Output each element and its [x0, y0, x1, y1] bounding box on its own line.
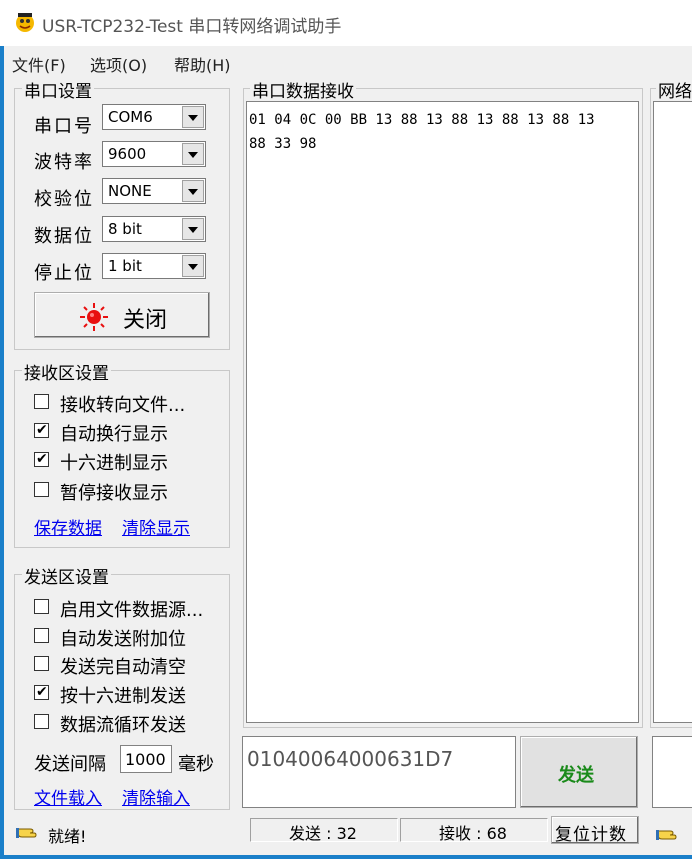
reset-count-label: 复位计数: [555, 825, 627, 845]
chevron-down-icon[interactable]: [182, 255, 204, 277]
parity-select[interactable]: NONE: [102, 178, 206, 204]
databits-select[interactable]: 8 bit: [102, 216, 206, 242]
window-border-bottom: [0, 855, 692, 859]
app-mascot-icon: [14, 11, 36, 33]
clear-display-link[interactable]: 清除显示: [122, 514, 190, 539]
checkbox-box[interactable]: ✔: [34, 451, 49, 467]
window-title: USR-TCP232-Test 串口转网络调试助手: [42, 17, 342, 37]
send-interval-input[interactable]: 1000: [120, 745, 172, 773]
checkbox-box[interactable]: [34, 628, 49, 643]
receive-line: 01 04 0C 00 BB 13 88 13 88 13 88 13 88 1…: [249, 112, 595, 128]
checkbox-box[interactable]: ✔: [34, 684, 49, 700]
serial-settings-title: 串口设置: [22, 77, 94, 102]
parity-value: NONE: [108, 182, 152, 200]
send-interval-value: 1000: [125, 750, 166, 769]
checkbox-box[interactable]: [34, 714, 49, 729]
window-border-left: [0, 46, 4, 859]
received-count: 接收 : 68: [439, 824, 507, 843]
network-send-input[interactable]: [652, 736, 692, 808]
network-receive-textarea[interactable]: [653, 101, 692, 723]
chevron-down-icon[interactable]: [182, 180, 204, 202]
save-data-link[interactable]: 保存数据: [34, 514, 102, 539]
send-button[interactable]: 发送: [520, 736, 638, 808]
checkbox-box[interactable]: [34, 482, 49, 497]
serial-receive-textarea[interactable]: 01 04 0C 00 BB 13 88 13 88 13 88 13 88 1…: [246, 101, 639, 723]
receive-line: 88 33 98: [249, 136, 317, 152]
sent-count: 发送 : 32: [289, 824, 357, 843]
file-load-link[interactable]: 文件载入: [34, 784, 102, 809]
baud-value: 9600: [108, 145, 147, 163]
close-port-button[interactable]: 关闭: [34, 292, 210, 338]
stopbits-label: 停止位: [34, 263, 94, 284]
pointing-hand-icon: [656, 822, 682, 849]
baud-label: 波特率: [34, 152, 94, 173]
send-settings-title: 发送区设置: [22, 563, 111, 588]
pointing-hand-icon: [16, 820, 42, 847]
databits-value: 8 bit: [108, 220, 142, 238]
red-indicator-icon: [79, 302, 109, 337]
chevron-down-icon[interactable]: [182, 218, 204, 240]
title-bar: USR-TCP232-Test 串口转网络调试助手: [0, 0, 692, 46]
serial-receive-title: 串口数据接收: [250, 77, 356, 102]
send-input-value: 01040064000631D7: [247, 747, 454, 771]
checkmark-icon: ✔: [36, 422, 48, 438]
received-count-panel: 接收 : 68: [400, 818, 548, 843]
send-interval-unit: 毫秒: [178, 754, 214, 775]
chevron-down-icon[interactable]: [182, 106, 204, 128]
send-interval-label: 发送间隔: [34, 754, 106, 775]
checkbox-box[interactable]: [34, 599, 49, 614]
checkbox-box[interactable]: [34, 656, 49, 671]
sent-count-panel: 发送 : 32: [250, 818, 398, 843]
clear-input-link[interactable]: 清除输入: [122, 784, 190, 809]
parity-label: 校验位: [34, 189, 94, 210]
receive-content: 01 04 0C 00 BB 13 88 13 88 13 88 13 88 1…: [249, 108, 595, 156]
send-input[interactable]: 01040064000631D7: [242, 736, 516, 808]
close-port-label: 关闭: [123, 308, 168, 333]
checkmark-icon: ✔: [36, 684, 48, 700]
checkmark-icon: ✔: [36, 451, 48, 467]
databits-label: 数据位: [34, 226, 94, 247]
status-ready: 就绪!: [48, 827, 87, 846]
baud-select[interactable]: 9600: [102, 141, 206, 167]
port-label: 串口号: [34, 116, 94, 137]
network-group-title: 网络: [656, 77, 692, 102]
checkbox-box[interactable]: [34, 394, 49, 409]
port-value: COM6: [108, 108, 153, 126]
menu-help[interactable]: 帮助(H): [174, 52, 231, 76]
port-select[interactable]: COM6: [102, 104, 206, 130]
stopbits-value: 1 bit: [108, 257, 142, 275]
chevron-down-icon[interactable]: [182, 143, 204, 165]
stopbits-select[interactable]: 1 bit: [102, 253, 206, 279]
menu-bar: 文件(F) 选项(O) 帮助(H): [0, 46, 692, 76]
receive-settings-title: 接收区设置: [22, 359, 111, 384]
menu-file[interactable]: 文件(F): [12, 52, 66, 76]
reset-count-button[interactable]: 复位计数: [551, 816, 639, 845]
checkbox-box[interactable]: ✔: [34, 422, 49, 438]
menu-options[interactable]: 选项(O): [90, 52, 147, 76]
send-button-label: 发送: [558, 765, 594, 786]
